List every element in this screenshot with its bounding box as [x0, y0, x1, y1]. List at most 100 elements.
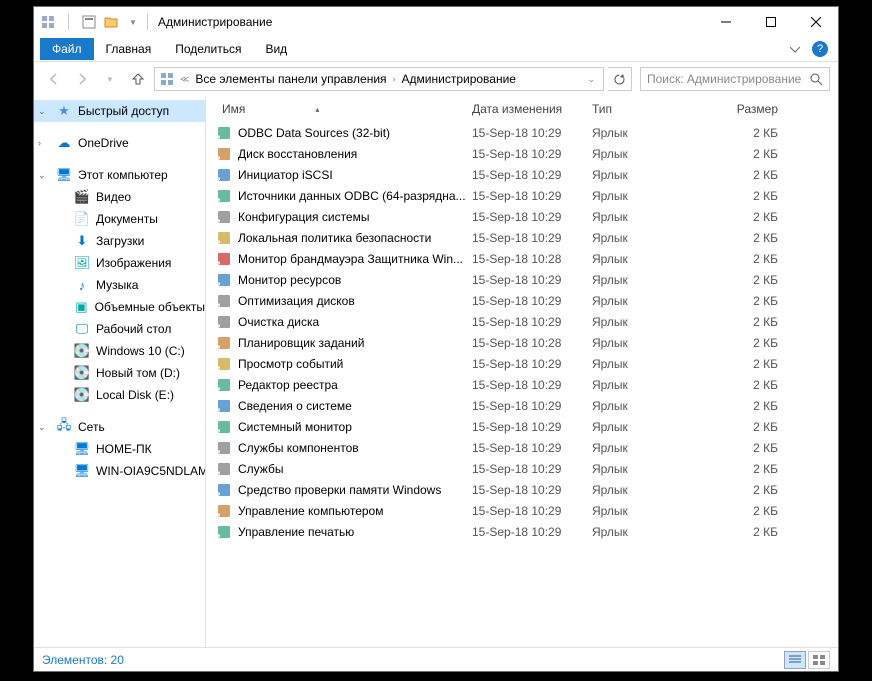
file-size: 2 КБ [704, 399, 784, 413]
nav-e-drive[interactable]: 💽Local Disk (E:) [34, 384, 205, 406]
help-button[interactable]: ? [812, 41, 828, 57]
file-size: 2 КБ [704, 357, 784, 371]
chevron-right-icon[interactable]: › [390, 74, 399, 84]
file-name: Службы [238, 462, 466, 476]
file-row[interactable]: Источники данных ODBC (64-разрядна...15-… [206, 185, 838, 206]
view-details-button[interactable] [784, 651, 806, 669]
tab-share[interactable]: Поделиться [163, 38, 253, 60]
computer-icon: 🖥 [74, 463, 90, 479]
file-row[interactable]: Инициатор iSCSI15-Sep-18 10:29Ярлык2 КБ [206, 164, 838, 185]
nav-downloads[interactable]: ⬇Загрузки [34, 230, 205, 252]
nav-c-drive[interactable]: 💽Windows 10 (C:) [34, 340, 205, 362]
file-date: 15-Sep-18 10:29 [466, 504, 586, 518]
back-button[interactable] [42, 67, 66, 91]
nav-d-drive[interactable]: 💽Новый том (D:) [34, 362, 205, 384]
shortcut-icon [216, 146, 232, 162]
search-placeholder: Поиск: Администрирование [647, 72, 801, 86]
col-type[interactable]: Тип [586, 102, 704, 116]
view-icons-button[interactable] [808, 651, 830, 669]
nav-music[interactable]: ♪Музыка [34, 274, 205, 296]
recent-dropdown[interactable]: ▼ [98, 67, 122, 91]
nav-onedrive[interactable]: ›☁OneDrive [34, 132, 205, 154]
file-row[interactable]: Системный монитор15-Sep-18 10:29Ярлык2 К… [206, 416, 838, 437]
chevron-icon[interactable]: ≪ [177, 74, 192, 85]
maximize-button[interactable] [748, 8, 793, 37]
file-row[interactable]: Диск восстановления15-Sep-18 10:29Ярлык2… [206, 143, 838, 164]
file-row[interactable]: Оптимизация дисков15-Sep-18 10:29Ярлык2 … [206, 290, 838, 311]
file-row[interactable]: Монитор ресурсов15-Sep-18 10:29Ярлык2 КБ [206, 269, 838, 290]
nav-this-pc[interactable]: ⌄🖥Этот компьютер [34, 164, 205, 186]
forward-button[interactable] [70, 67, 94, 91]
up-button[interactable] [126, 67, 150, 91]
file-size: 2 КБ [704, 147, 784, 161]
file-row[interactable]: ODBC Data Sources (32-bit)15-Sep-18 10:2… [206, 122, 838, 143]
properties-icon[interactable] [81, 14, 97, 30]
refresh-button[interactable] [608, 67, 632, 91]
nav-quick-access[interactable]: ⌄★Быстрый доступ [34, 100, 205, 122]
file-row[interactable]: Редактор реестра15-Sep-18 10:29Ярлык2 КБ [206, 374, 838, 395]
qat-dropdown-icon[interactable]: ▼ [125, 14, 141, 30]
address-path[interactable]: ≪ Все элементы панели управления › Админ… [154, 67, 604, 91]
network-icon: 🖧 [56, 419, 72, 435]
drive-icon: 💽 [74, 365, 90, 381]
file-name: Монитор брандмауэра Защитника Win... [238, 252, 466, 266]
file-name: Редактор реестра [238, 378, 466, 392]
nav-pictures[interactable]: 🖼Изображения [34, 252, 205, 274]
close-button[interactable] [793, 8, 838, 37]
nav-pc1[interactable]: 🖥HOME-ПК [34, 438, 205, 460]
nav-documents[interactable]: 📄Документы [34, 208, 205, 230]
file-type: Ярлык [586, 357, 704, 371]
tab-view[interactable]: Вид [253, 38, 299, 60]
file-row[interactable]: Локальная политика безопасности15-Sep-18… [206, 227, 838, 248]
minimize-button[interactable] [703, 8, 748, 37]
file-date: 15-Sep-18 10:29 [466, 273, 586, 287]
file-size: 2 КБ [704, 420, 784, 434]
file-size: 2 КБ [704, 315, 784, 329]
file-row[interactable]: Сведения о системе15-Sep-18 10:29Ярлык2 … [206, 395, 838, 416]
nav-pc2[interactable]: 🖥WIN-OIA9C5NDLAM [34, 460, 205, 482]
file-row[interactable]: Монитор брандмауэра Защитника Win...15-S… [206, 248, 838, 269]
file-row[interactable]: Просмотр событий15-Sep-18 10:29Ярлык2 КБ [206, 353, 838, 374]
shortcut-icon [216, 461, 232, 477]
file-row[interactable]: Службы компонентов15-Sep-18 10:29Ярлык2 … [206, 437, 838, 458]
file-row[interactable]: Конфигурация системы15-Sep-18 10:29Ярлык… [206, 206, 838, 227]
video-icon: 🎬 [74, 189, 90, 205]
search-icon[interactable] [810, 73, 823, 86]
file-row[interactable]: Очистка диска15-Sep-18 10:29Ярлык2 КБ [206, 311, 838, 332]
pictures-icon: 🖼 [74, 255, 90, 271]
downloads-icon: ⬇ [74, 233, 90, 249]
file-size: 2 КБ [704, 294, 784, 308]
file-name: Оптимизация дисков [238, 294, 466, 308]
file-row[interactable]: Управление печатью15-Sep-18 10:29Ярлык2 … [206, 521, 838, 542]
file-type: Ярлык [586, 231, 704, 245]
drive-icon: 💽 [74, 387, 90, 403]
file-row[interactable]: Планировщик заданий15-Sep-18 10:28Ярлык2… [206, 332, 838, 353]
col-name[interactable]: Имя▴ [216, 102, 466, 116]
folder-icon[interactable] [103, 14, 119, 30]
search-box[interactable]: Поиск: Администрирование [640, 67, 830, 91]
nav-network[interactable]: ⌄🖧Сеть [34, 416, 205, 438]
address-dropdown-icon[interactable]: ⌄ [583, 74, 599, 85]
explorer-window: ▼ Администрирование Файл Главная Поделит… [33, 6, 839, 672]
shortcut-icon [216, 356, 232, 372]
file-type: Ярлык [586, 189, 704, 203]
file-date: 15-Sep-18 10:29 [466, 357, 586, 371]
path-segment[interactable]: Администрирование [399, 72, 519, 86]
file-row[interactable]: Службы15-Sep-18 10:29Ярлык2 КБ [206, 458, 838, 479]
file-date: 15-Sep-18 10:29 [466, 147, 586, 161]
nav-video[interactable]: 🎬Видео [34, 186, 205, 208]
nav-desktop[interactable]: 🖵Рабочий стол [34, 318, 205, 340]
ribbon-expand-icon[interactable] [782, 44, 808, 54]
file-name: Системный монитор [238, 420, 466, 434]
file-row[interactable]: Управление компьютером15-Sep-18 10:29Ярл… [206, 500, 838, 521]
tab-home[interactable]: Главная [94, 38, 164, 60]
file-size: 2 КБ [704, 462, 784, 476]
path-segment[interactable]: Все элементы панели управления [192, 72, 389, 86]
col-size[interactable]: Размер [704, 102, 784, 116]
shortcut-icon [216, 440, 232, 456]
col-date[interactable]: Дата изменения [466, 102, 586, 116]
file-size: 2 КБ [704, 231, 784, 245]
file-row[interactable]: Средство проверки памяти Windows15-Sep-1… [206, 479, 838, 500]
tab-file[interactable]: Файл [40, 38, 94, 60]
nav-3d-objects[interactable]: ▣Объемные объекты [34, 296, 205, 318]
